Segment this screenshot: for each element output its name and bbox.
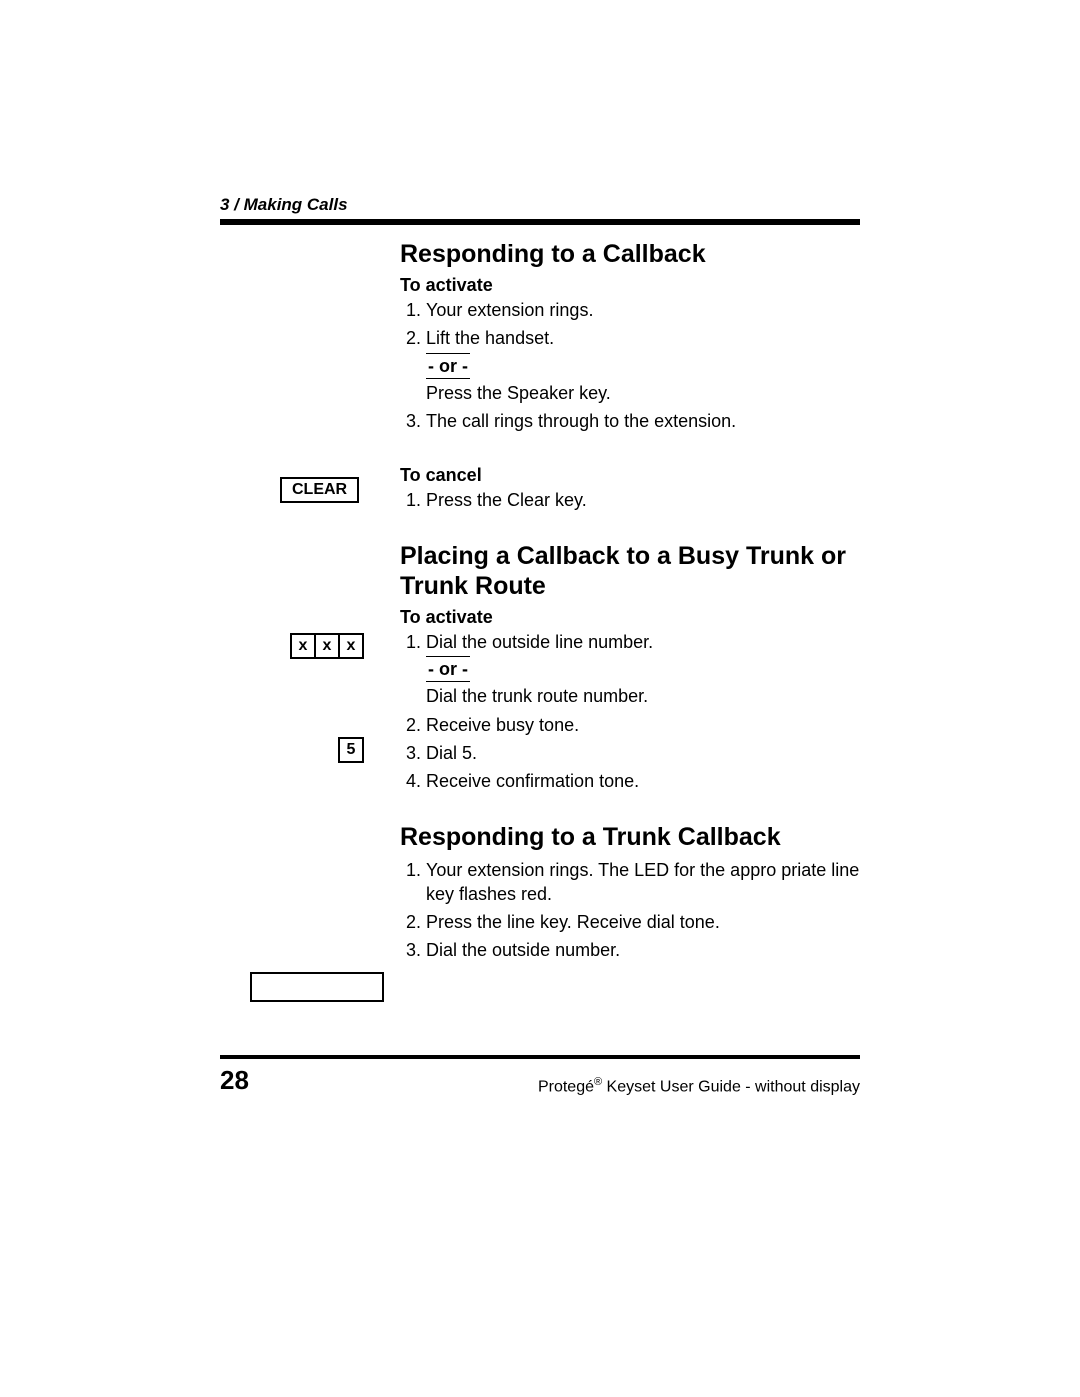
step: Your extension rings. [426,298,860,322]
or-separator: - or - [426,656,470,682]
footer-guide-title: Protegé® Keyset User Guide - without dis… [538,1076,860,1096]
step: The call rings through to the extension. [426,409,860,433]
subhead-cancel: To cancel [400,465,860,486]
step-text: Press the Speaker key. [426,383,611,403]
steps-activate-1: Your extension rings. Lift the handset. … [400,298,860,433]
chapter-header: 3 / Making Calls [220,195,860,215]
steps-cancel: Press the Clear key. [400,488,860,512]
step: Dial 5. [426,741,860,765]
step-text: Dial the outside line number. [426,632,653,652]
step: Press the line key. Receive dial tone. [426,910,860,934]
step: Dial the outside number. [426,938,860,962]
page-footer: 28 Protegé® Keyset User Guide - without … [220,1065,860,1096]
digit: x [292,635,316,657]
or-separator: - or - [426,353,470,379]
footer-rule [220,1055,860,1059]
step: Your extension rings. The LED for the ap… [426,858,860,907]
section-title-2: Placing a Callback to a Busy Trunk or Tr… [400,541,860,601]
digit: x [340,635,362,657]
step: Lift the handset. - or - Press the Speak… [426,326,860,405]
key-five: 5 [338,737,364,763]
step: Receive confirmation tone. [426,769,860,793]
step: Dial the outside line number. - or - Dia… [426,630,860,709]
digit: x [316,635,340,657]
step-text: Lift the handset. [426,328,554,348]
section-title-3: Responding to a Trunk Callback [400,822,860,852]
step-text: Dial the trunk route number. [426,686,648,706]
step: Press the Clear key. [426,488,860,512]
subhead-activate-1: To activate [400,275,860,296]
steps-3: Your extension rings. The LED for the ap… [400,858,860,963]
registered-icon: ® [594,1076,602,1088]
subhead-activate-2: To activate [400,607,860,628]
page-content: 3 / Making Calls Responding to a Callbac… [220,195,860,973]
step: Receive busy tone. [426,713,860,737]
header-rule [220,219,860,225]
steps-activate-2: Dial the outside line number. - or - Dia… [400,630,860,794]
section-title-1: Responding to a Callback [400,239,860,269]
key-xxx: x x x [290,633,364,659]
key-clear: CLEAR [280,477,359,503]
page-number: 28 [220,1065,249,1096]
key-blank [250,972,384,1002]
